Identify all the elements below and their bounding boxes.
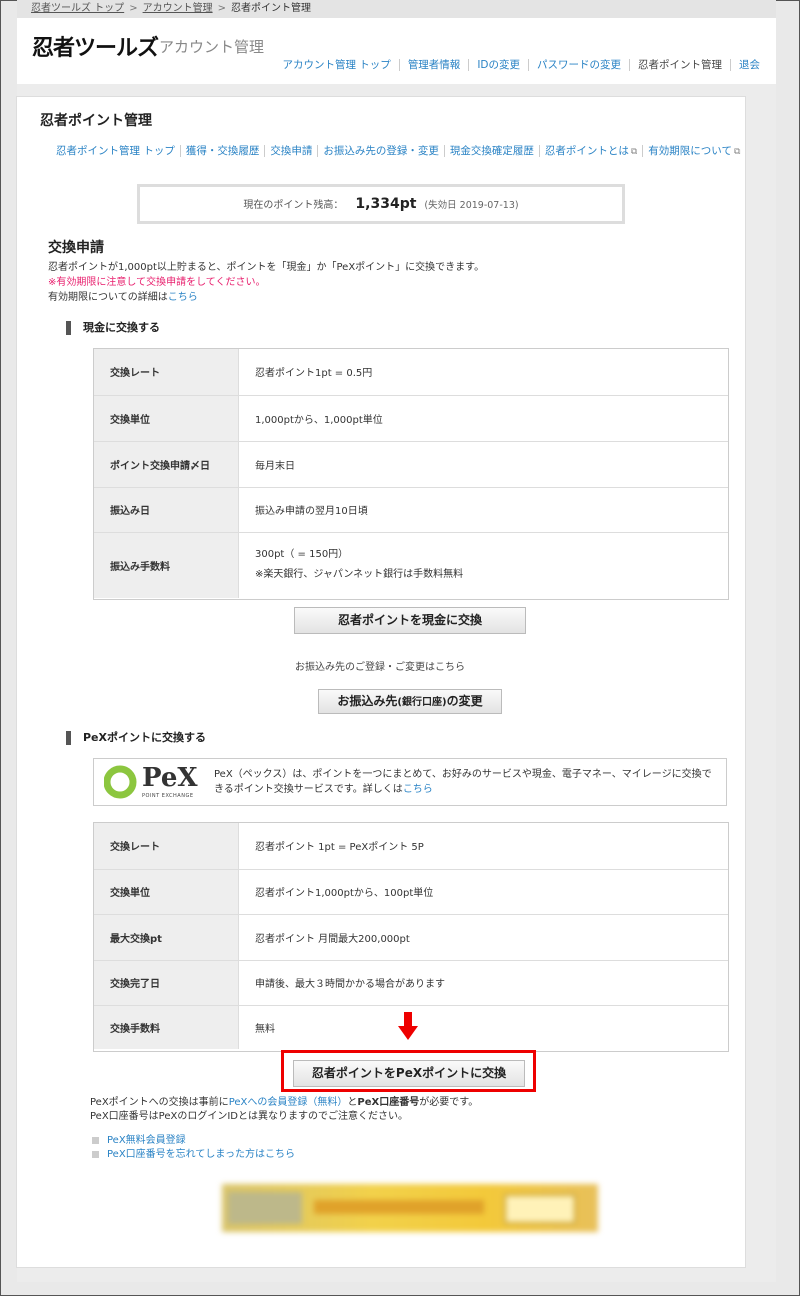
balance-label: 現在のポイント残高： xyxy=(243,200,344,211)
breadcrumb-item-account[interactable]: アカウント管理 xyxy=(143,0,213,17)
nav-ninja-points[interactable]: 忍者ポイント管理 xyxy=(629,59,730,71)
bullet-icon xyxy=(92,1136,99,1144)
subnav-cash-history[interactable]: 現金交換確定履歴 xyxy=(443,145,539,157)
nav-admin-info[interactable]: 管理者情報 xyxy=(398,59,469,71)
pex-links: PeX無料会員登録 PeX口座番号を忘れてしまった方はこちら xyxy=(92,1134,295,1162)
external-link-icon: ⧉ xyxy=(630,147,638,157)
warning-text: ※有効期限に注意して交換申請をしてください。 xyxy=(48,277,266,288)
panel-title: 忍者ポイント管理 xyxy=(40,113,152,129)
arrow-down-icon xyxy=(398,1012,418,1040)
pex-logo[interactable]: PeX POINT EXCHANGE xyxy=(103,763,198,801)
subnav-bank[interactable]: お振込み先の登録・変更 xyxy=(317,145,444,157)
table-row: ポイント交換申請〆日 毎月末日 xyxy=(94,441,728,488)
pex-notes: PeXポイントへの交換は事前にPeXへの会員登録（無料）とPeX口座番号が必要で… xyxy=(90,1097,479,1122)
exchange-pex-button[interactable]: 忍者ポイントをPeXポイントに交換 xyxy=(293,1060,525,1087)
balance-value: 1,334pt xyxy=(355,196,417,212)
nav-change-password[interactable]: パスワードの変更 xyxy=(528,59,629,71)
pex-register-inline-link[interactable]: PeXへの会員登録（無料） xyxy=(229,1097,348,1108)
expiry-detail-link[interactable]: こちら xyxy=(168,292,198,303)
subnav-exchange[interactable]: 交換申請 xyxy=(264,145,318,157)
list-item[interactable]: PeX口座番号を忘れてしまった方はこちら xyxy=(92,1148,295,1162)
top-nav: アカウント管理 トップ 管理者情報 IDの変更 パスワードの変更 忍者ポイント管理 退会 xyxy=(274,57,760,72)
table-row: 交換単位 忍者ポイント1,000ptから、100pt単位 xyxy=(94,869,728,915)
table-row: 交換完了日 申請後、最大３時間かかる場合があります xyxy=(94,960,728,1006)
breadcrumb-item-current: 忍者ポイント管理 xyxy=(230,3,311,14)
pex-detail-link[interactable]: こちら xyxy=(403,784,433,795)
section-title: 交換申請 xyxy=(48,240,104,256)
table-row: 振込み日 振込み申請の翌月10日頃 xyxy=(94,487,728,533)
page-subtitle: アカウント管理 xyxy=(159,38,265,56)
subnav-history[interactable]: 獲得・交換履歴 xyxy=(179,145,265,157)
site-logo[interactable]: 忍者ツールズ xyxy=(32,30,159,62)
subnav-top[interactable]: 忍者ポイント管理 トップ xyxy=(56,145,180,157)
pex-banner-ad[interactable] xyxy=(222,1184,598,1232)
pex-heading: PeXポイントに交換する xyxy=(66,731,206,745)
external-link-icon: ⧉ xyxy=(733,147,741,157)
bank-register-link[interactable]: お振込み先のご登録・ご変更はこちら xyxy=(16,658,744,673)
cash-table: 交換レート 忍者ポイント1pt = 0.5円 交換単位 1,000ptから、1,00… xyxy=(93,348,729,600)
table-row: 振込み手数料 300pt（ = 150円） ※楽天銀行、ジャパンネット銀行は手数料無… xyxy=(94,532,728,598)
cash-heading: 現金に交換する xyxy=(66,321,160,335)
table-row: 交換レート 忍者ポイント1pt = 0.5円 xyxy=(94,349,728,396)
pex-description: PeX（ペックス）は、ポイントを一つにまとめて、お好みのサービスや現金、電子マネ… xyxy=(214,769,712,795)
nav-change-id[interactable]: IDの変更 xyxy=(468,59,528,71)
table-row: 最大交換pt 忍者ポイント 月間最大200,000pt xyxy=(94,914,728,961)
nav-account-top[interactable]: アカウント管理 トップ xyxy=(274,59,398,71)
subnav-about[interactable]: 忍者ポイントとは ⧉ xyxy=(538,145,643,157)
point-balance-box: 現在のポイント残高： 1,334pt (失効日 2019-07-13) xyxy=(137,184,625,224)
change-bank-button[interactable]: お振込み先(銀行口座)の変更 xyxy=(318,689,502,714)
table-row: 交換単位 1,000ptから、1,000pt単位 xyxy=(94,395,728,442)
sub-nav: 忍者ポイント管理 トップ 獲得・交換履歴 交換申請 お振込み先の登録・変更 現金交換確定… xyxy=(56,143,746,158)
bullet-icon xyxy=(92,1150,99,1158)
list-item[interactable]: PeX無料会員登録 xyxy=(92,1134,295,1148)
table-row: 交換レート 忍者ポイント 1pt = PeXポイント 5P xyxy=(94,823,728,870)
intro-text: 忍者ポイントが1,000pt以上貯まると、ポイントを「現金」か「PeXポイント」… xyxy=(48,262,485,303)
breadcrumb-item-top[interactable]: 忍者ツールズ トップ xyxy=(31,0,124,17)
exchange-cash-button[interactable]: 忍者ポイントを現金に交換 xyxy=(294,607,526,634)
pex-info-box: PeX POINT EXCHANGE PeX（ペックス）は、ポイントを一つにまと… xyxy=(93,758,727,806)
subnav-expiry[interactable]: 有効期限について ⧉ xyxy=(642,145,746,157)
balance-expiry: (失効日 2019-07-13) xyxy=(424,200,519,211)
breadcrumb: 忍者ツールズ トップ > アカウント管理 > 忍者ポイント管理 xyxy=(17,0,776,18)
nav-withdraw[interactable]: 退会 xyxy=(730,59,760,71)
